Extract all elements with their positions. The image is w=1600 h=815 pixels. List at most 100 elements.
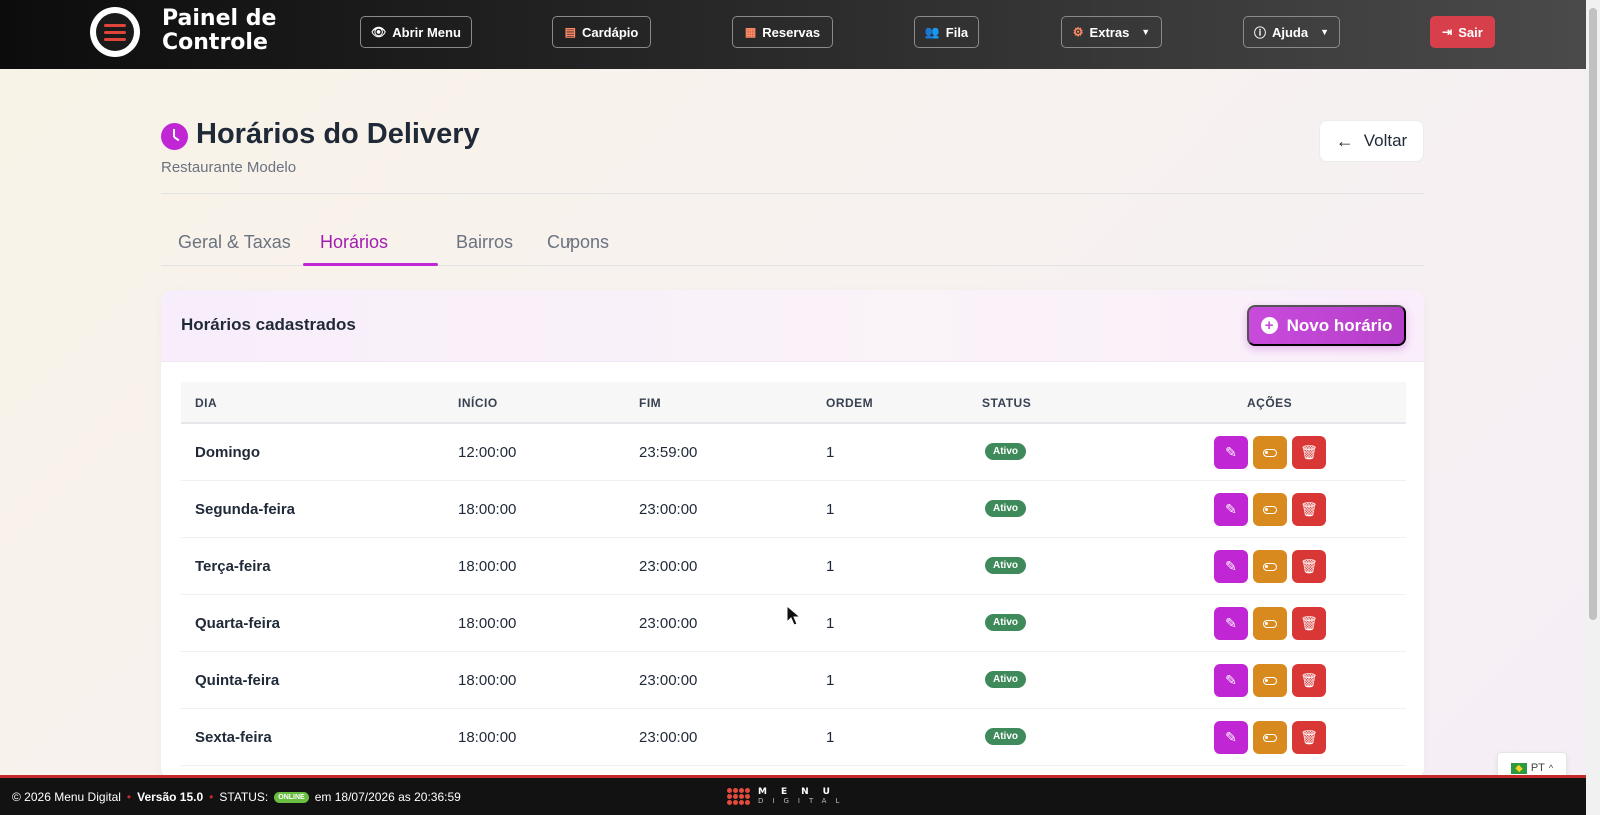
cell-fim: 23:59:00: [639, 444, 698, 461]
col-dia: DIA: [195, 396, 218, 410]
delete-button[interactable]: 🗑: [1292, 664, 1326, 697]
tab-geral-taxas[interactable]: Geral & Taxas: [178, 232, 291, 253]
trash-icon: 🗑: [1300, 615, 1318, 631]
cell-ordem: 1: [826, 501, 835, 518]
footer-brand: MENU DIGITAL: [758, 787, 848, 805]
table-row: Sexta-feira 18:00:00 23:00:00 1 Ativo ✎ …: [181, 709, 1406, 766]
pencil-icon: ✎: [1225, 501, 1237, 517]
pencil-icon: ✎: [1225, 729, 1237, 745]
brand-title: Painel de Controle: [162, 7, 276, 55]
toggle-icon: [1263, 676, 1277, 685]
toggle-status-button[interactable]: [1253, 607, 1287, 640]
status-badge: Ativo: [985, 614, 1026, 631]
edit-button[interactable]: ✎: [1214, 664, 1248, 697]
logout-label: Sair: [1458, 24, 1483, 40]
scrollbar-thumb[interactable]: [1589, 8, 1597, 620]
cell-ordem: 1: [826, 444, 835, 461]
status-label: STATUS:: [219, 790, 269, 804]
trash-icon: 🗑: [1300, 558, 1318, 574]
top-navbar: Painel de Controle 👁 Abrir Menu ▤ Cardáp…: [0, 0, 1586, 69]
pencil-icon: ✎: [1225, 672, 1237, 688]
toggle-icon: [1263, 448, 1277, 457]
footer-brand-line-1: MENU: [758, 787, 844, 797]
cell-dia: Segunda-feira: [195, 501, 296, 518]
trash-icon: 🗑: [1300, 501, 1318, 517]
table-row: Domingo 12:00:00 23:59:00 1 Ativo ✎ 🗑: [181, 424, 1406, 481]
brazil-flag-icon: [1510, 762, 1527, 774]
cell-ordem: 1: [826, 558, 835, 575]
status-badge: Ativo: [985, 728, 1026, 745]
version-text: Versão 15.0: [137, 790, 204, 804]
table-row: Terça-feira 18:00:00 23:00:00 1 Ativo ✎ …: [181, 538, 1406, 595]
table-header: DIA INÍCIO FIM ORDEM STATUS AÇÕES: [181, 382, 1406, 424]
open-menu-label: Abrir Menu: [392, 24, 461, 40]
tab-bairros[interactable]: Bairros: [456, 232, 513, 253]
page-title: Horários do Delivery: [196, 118, 480, 150]
delete-button[interactable]: 🗑: [1292, 607, 1326, 640]
ajuda-dropdown[interactable]: ⓘ Ajuda ▼: [1243, 16, 1340, 48]
cell-dia: Sexta-feira: [195, 729, 272, 746]
cell-dia: Domingo: [195, 444, 260, 461]
gear-icon: ⚙: [1072, 25, 1084, 39]
pencil-icon: ✎: [1225, 558, 1237, 574]
toggle-icon: [1263, 562, 1277, 571]
eye-icon: 👁: [371, 25, 387, 39]
edit-button[interactable]: ✎: [1214, 436, 1248, 469]
trash-icon: 🗑: [1300, 444, 1318, 460]
edit-button[interactable]: ✎: [1214, 550, 1248, 583]
edit-button[interactable]: ✎: [1214, 493, 1248, 526]
toggle-status-button[interactable]: [1253, 436, 1287, 469]
delete-button[interactable]: 🗑: [1292, 721, 1326, 754]
page-subtitle: Restaurante Modelo: [161, 159, 297, 176]
users-icon: 👥: [924, 25, 940, 39]
edit-button[interactable]: ✎: [1214, 607, 1248, 640]
cardapio-button[interactable]: ▤ Cardápio: [552, 16, 651, 48]
tabs-bar: Geral & Taxas Horários 7 Bairros Cupons: [161, 220, 1424, 266]
reservas-button[interactable]: ▦ Reservas: [732, 16, 833, 48]
status-timestamp: em 18/07/2026 as 20:36:59: [314, 790, 461, 804]
cell-dia: Quinta-feira: [195, 672, 280, 689]
logout-icon: ⇥: [1442, 25, 1453, 39]
ajuda-label: Ajuda: [1271, 24, 1309, 40]
new-schedule-button[interactable]: + Novo horário: [1247, 305, 1406, 346]
copyright-text: © 2026 Menu Digital: [12, 790, 121, 804]
col-fim: FIM: [639, 396, 662, 410]
fila-button[interactable]: 👥 Fila: [914, 16, 979, 48]
logo-dots-icon: [727, 787, 750, 805]
cell-ordem: 1: [826, 672, 835, 689]
edit-button[interactable]: ✎: [1214, 721, 1248, 754]
page-scrollbar[interactable]: [1586, 0, 1600, 815]
table-body: Domingo 12:00:00 23:59:00 1 Ativo ✎ 🗑 Se…: [181, 424, 1406, 766]
tab-horarios[interactable]: Horários: [320, 232, 388, 253]
extras-dropdown[interactable]: ⚙ Extras ▼: [1061, 16, 1162, 48]
active-tab-indicator: [303, 263, 438, 266]
delete-button[interactable]: 🗑: [1292, 493, 1326, 526]
cell-inicio: 18:00:00: [458, 615, 517, 632]
toggle-status-button[interactable]: [1253, 550, 1287, 583]
cell-inicio: 18:00:00: [458, 558, 517, 575]
cell-inicio: 12:00:00: [458, 444, 517, 461]
toggle-status-button[interactable]: [1253, 493, 1287, 526]
delete-button[interactable]: 🗑: [1292, 550, 1326, 583]
clock-icon: [161, 123, 188, 150]
toggle-status-button[interactable]: [1253, 664, 1287, 697]
back-button[interactable]: ← Voltar: [1319, 120, 1424, 162]
col-ordem: ORDEM: [826, 396, 874, 410]
app-logo[interactable]: [90, 7, 140, 57]
tab-cupons[interactable]: Cupons: [547, 232, 609, 253]
back-label: Voltar: [1363, 131, 1408, 150]
open-menu-button[interactable]: 👁 Abrir Menu: [360, 16, 472, 48]
logout-button[interactable]: ⇥ Sair: [1430, 16, 1495, 48]
card-title: Horários cadastrados: [181, 315, 356, 334]
delete-button[interactable]: 🗑: [1292, 436, 1326, 469]
schedules-table: DIA INÍCIO FIM ORDEM STATUS AÇÕES Doming…: [181, 382, 1406, 766]
footer-brand-line-2: DIGITAL: [758, 797, 849, 805]
toggle-icon: [1263, 505, 1277, 514]
cell-fim: 23:00:00: [639, 558, 698, 575]
arrow-left-icon: ←: [1335, 130, 1354, 151]
toggle-status-button[interactable]: [1253, 721, 1287, 754]
brand-line-1: Painel de: [162, 6, 277, 31]
chevron-up-icon: ^: [1548, 763, 1554, 773]
cardapio-label: Cardápio: [582, 24, 639, 40]
footer-bar: © 2026 Menu Digital • Versão 15.0 • STAT…: [0, 775, 1586, 815]
